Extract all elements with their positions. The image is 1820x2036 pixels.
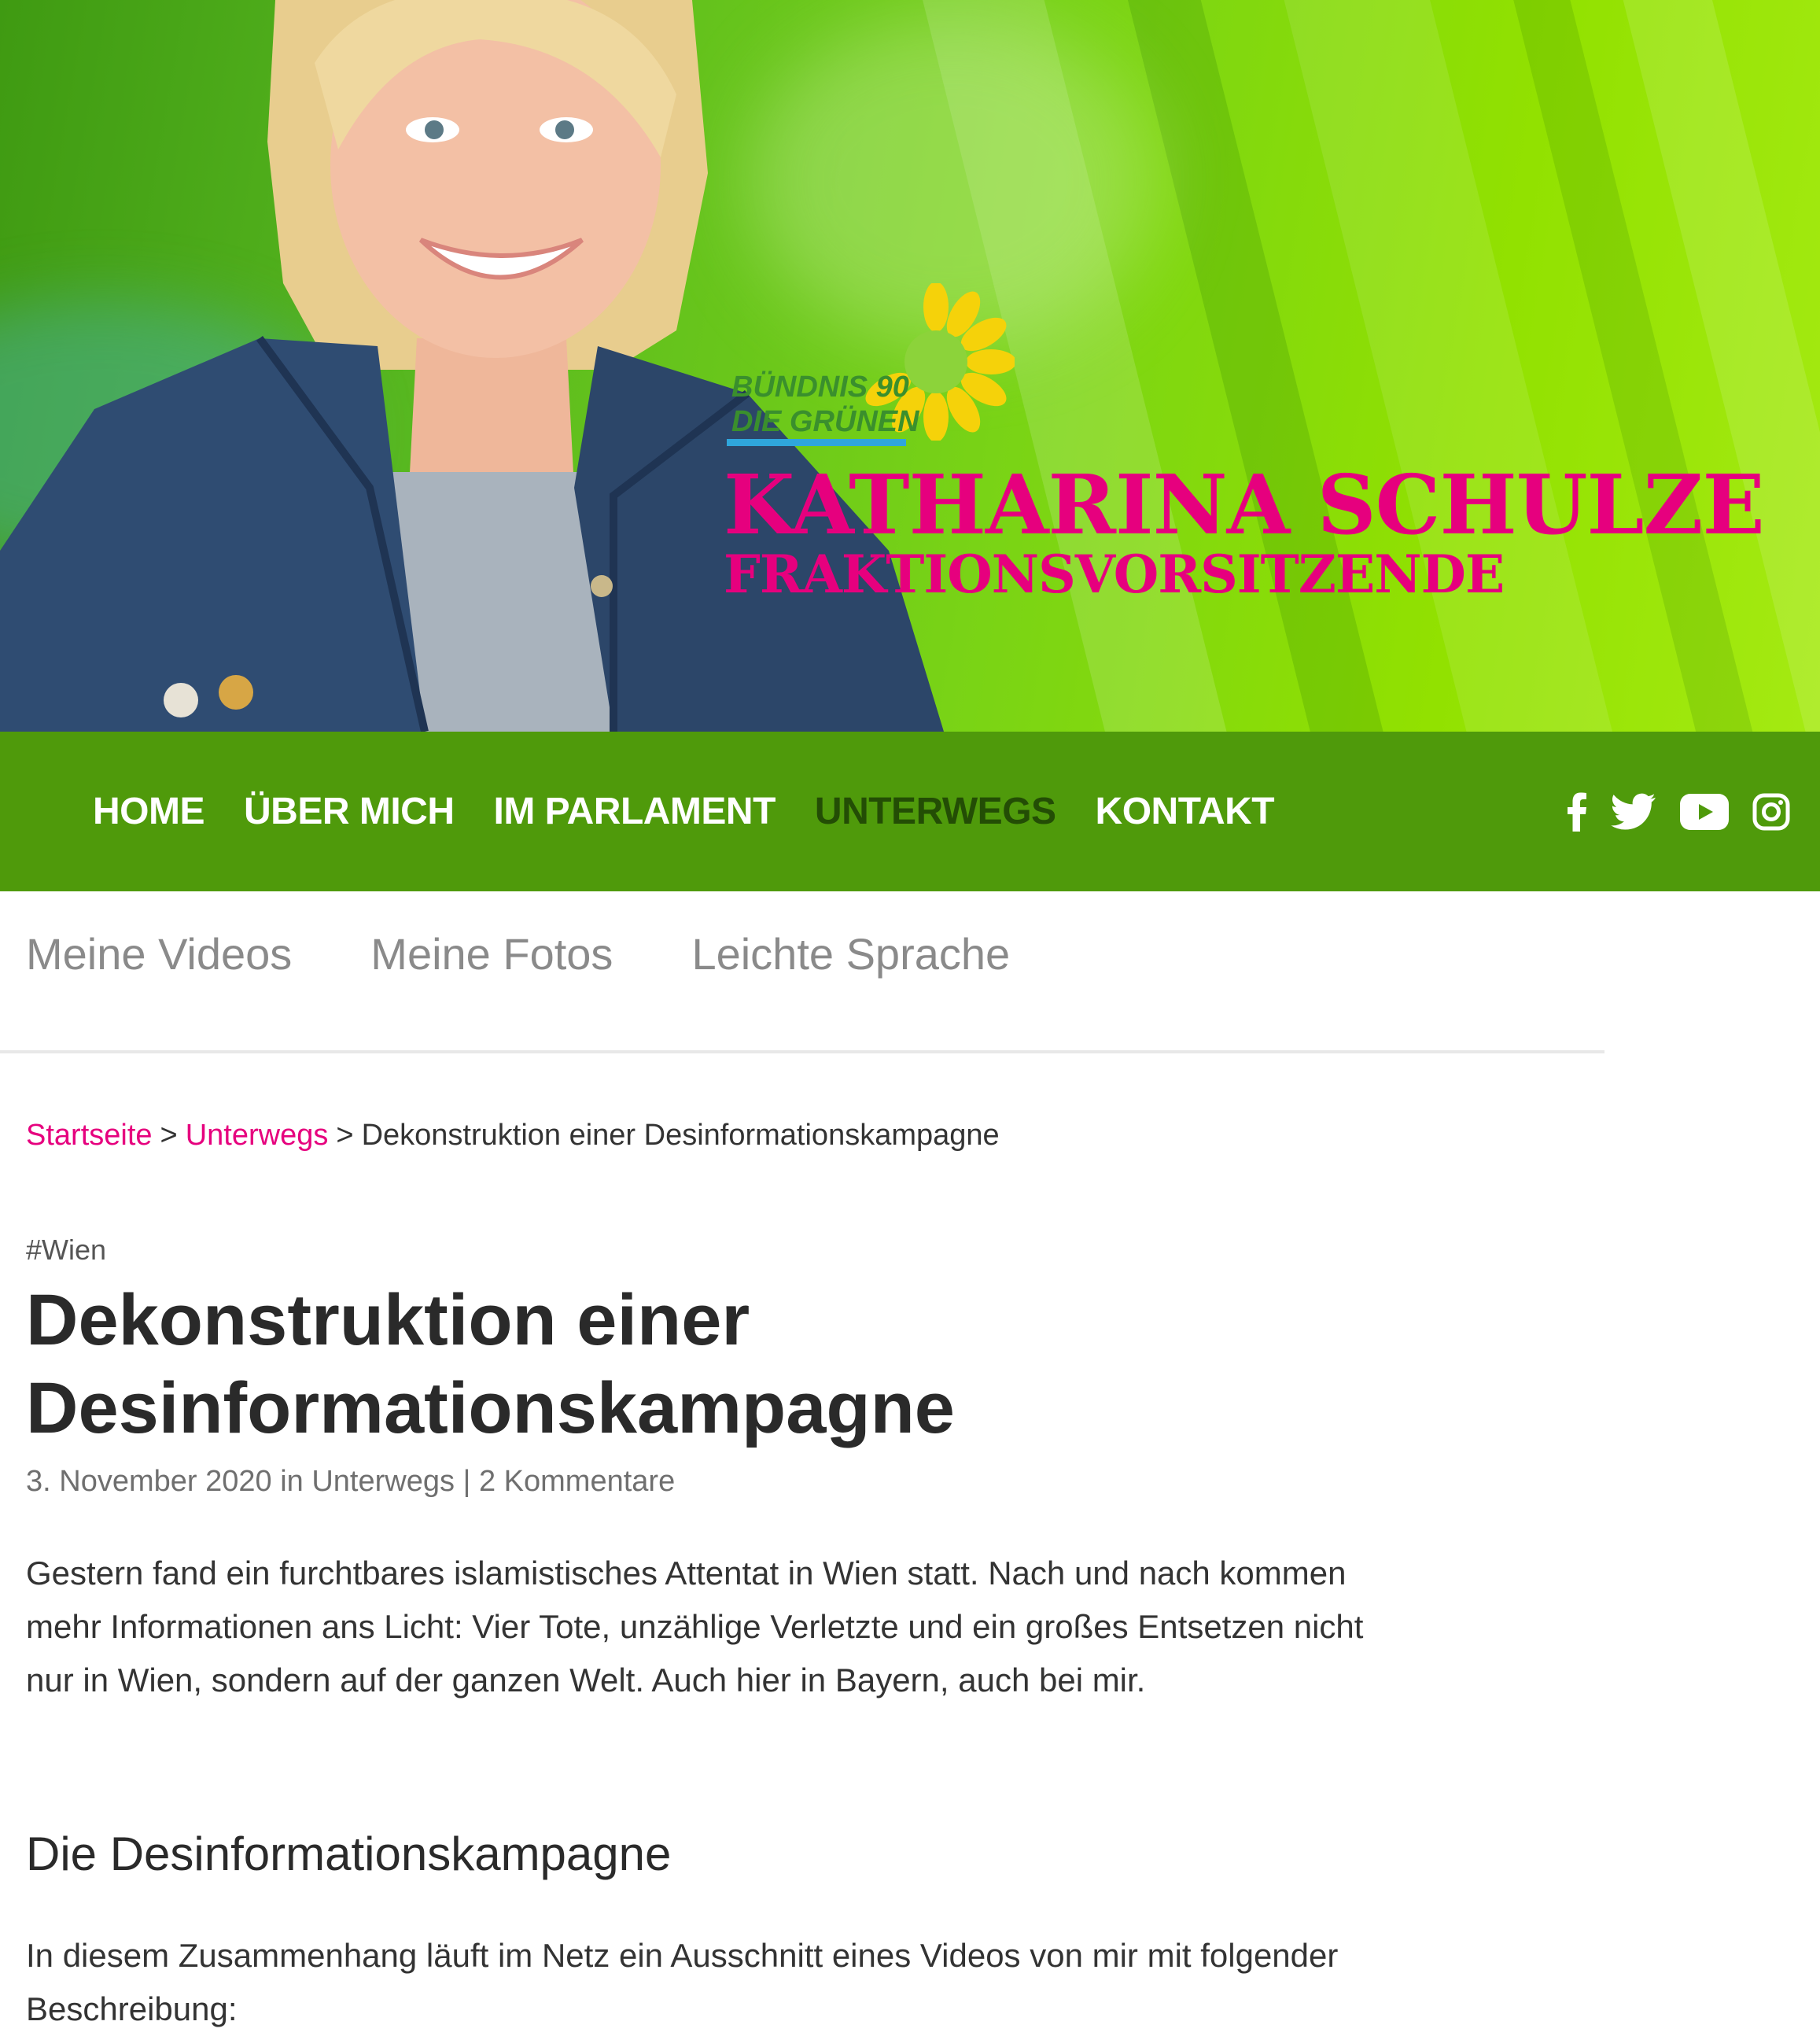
sub-navigation: Meine Videos Meine Fotos Leichte Sprache	[26, 928, 1089, 979]
breadcrumb-section-link[interactable]: Unterwegs	[186, 1119, 329, 1152]
breadcrumb-home-link[interactable]: Startseite	[26, 1119, 153, 1152]
instagram-icon[interactable]	[1752, 793, 1790, 831]
article-meta-in: in	[280, 1465, 304, 1498]
subnav-item-leichte-sprache[interactable]: Leichte Sprache	[691, 928, 1010, 979]
youtube-icon[interactable]	[1680, 793, 1729, 830]
party-name-line1: BÜNDNIS 90	[731, 371, 909, 404]
party-name: BÜNDNIS 90 DIE GRÜNEN	[731, 370, 991, 439]
article-paragraph: In diesem Zusammenhang läuft im Netz ein…	[26, 1937, 1339, 2027]
article-category-link[interactable]: Unterwegs	[311, 1465, 455, 1498]
subnav-item-meine-videos[interactable]: Meine Videos	[26, 928, 292, 979]
facebook-icon[interactable]	[1567, 792, 1587, 832]
party-logo-bar	[727, 439, 906, 446]
nav-item-home[interactable]: HOME	[93, 790, 205, 833]
site-owner-role: FRAKTIONSVORSITZENDE	[724, 544, 1505, 605]
article-meta-divider: |	[462, 1465, 471, 1498]
breadcrumb: Startseite > Unterwegs > Dekonstruktion eine…	[26, 1119, 1000, 1153]
portrait-image	[0, 0, 944, 732]
nav-item-unterwegs[interactable]: UNTERWEGS	[815, 790, 1056, 833]
article-tag[interactable]: #Wien	[26, 1234, 106, 1267]
subnav-item-meine-fotos[interactable]: Meine Fotos	[370, 928, 613, 979]
breadcrumb-separator: >	[336, 1119, 354, 1152]
nav-item-im-parlament[interactable]: IM PARLAMENT	[494, 790, 776, 833]
hero-banner: BÜNDNIS 90 DIE GRÜNEN KATHARINA SCHULZE …	[0, 0, 1820, 732]
article-comments-link[interactable]: 2 Kommentare	[479, 1465, 675, 1498]
nav-item-kontakt[interactable]: KONTAKT	[1096, 790, 1275, 833]
main-navigation: HOME ÜBER MICH IM PARLAMENT UNTERWEGS KO…	[0, 732, 1820, 891]
breadcrumb-current: Dekonstruktion einer Desinformationskamp…	[361, 1119, 1000, 1152]
party-name-line2: DIE GRÜNEN	[731, 405, 919, 438]
twitter-icon[interactable]	[1611, 793, 1656, 831]
nav-item-ueber-mich[interactable]: ÜBER MICH	[244, 790, 455, 833]
social-links	[1543, 732, 1790, 891]
article-title: Dekonstruktion einer Desinformationskamp…	[26, 1280, 955, 1448]
article-meta: 3. November 2020 in Unterwegs | 2 Kommen…	[26, 1465, 675, 1499]
section-heading: Die Desinformationskampagne	[26, 1828, 672, 1880]
site-owner-name: KATHARINA SCHULZE	[724, 456, 1765, 553]
article-intro-paragraph: Gestern fand ein furchtbares islamistisc…	[26, 1555, 1364, 1699]
subnav-divider	[0, 1050, 1604, 1053]
breadcrumb-separator: >	[160, 1119, 178, 1152]
article-date: 3. November 2020	[26, 1465, 272, 1498]
